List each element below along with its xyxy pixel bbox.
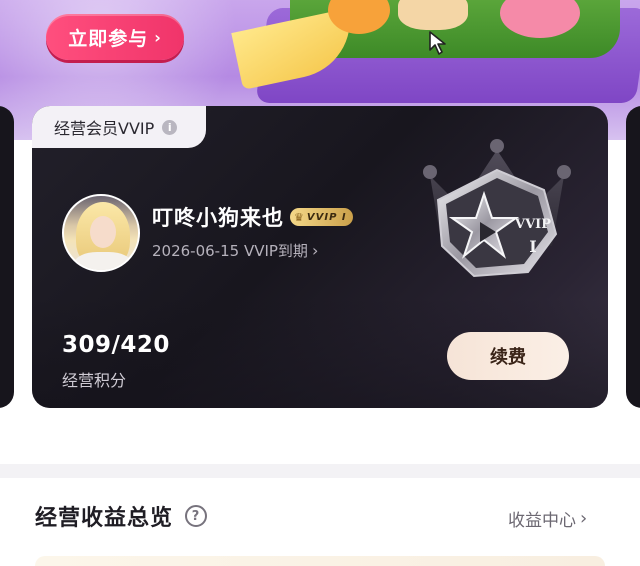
carousel-prev-card[interactable] [0, 106, 14, 408]
carousel-next-card[interactable] [626, 106, 640, 408]
medal-level: I [529, 237, 536, 256]
join-button-label: 立即参与 [68, 27, 149, 50]
revenue-center-label: 收益中心 [508, 511, 576, 531]
overview-header: 经营收益总览 ? [35, 500, 208, 532]
help-icon[interactable]: ? [185, 505, 208, 527]
vvip-level-badge: ♛ VVIP Ⅰ [290, 208, 353, 226]
renew-button[interactable]: 续费 [447, 332, 569, 380]
chevron-right-icon: › [580, 508, 588, 529]
chevron-right-icon: › [154, 27, 162, 47]
vvip-medal-icon: VVIP I [423, 139, 571, 278]
avatar[interactable] [62, 194, 140, 272]
vvip-badge-label: VVIP Ⅰ [306, 211, 347, 223]
toy-figure-illustration [398, 0, 468, 30]
member-tier-label: 经营会员VVIP [54, 119, 155, 138]
avatar-dress [74, 252, 132, 270]
username: 叮咚小狗来也 [152, 206, 284, 230]
member-tier-tag: 经营会员VVIP i [32, 106, 206, 148]
username-row: 叮咚小狗来也 ♛ VVIP Ⅰ [152, 202, 353, 232]
expire-text: 2026-06-15 VVIP到期 [152, 242, 308, 260]
overview-title: 经营收益总览 [35, 506, 174, 531]
join-now-button[interactable]: 立即参与 › [46, 14, 184, 60]
expire-link[interactable]: 2026-06-15 VVIP到期 › [152, 240, 318, 261]
vvip-member-card[interactable]: 经营会员VVIP i 叮咚小狗来也 ♛ VVIP Ⅰ 2026-06-15 VV… [32, 106, 608, 408]
overview-panel-top [35, 556, 605, 566]
points-label: 经营积分 [62, 371, 127, 390]
medal-label: VVIP [514, 217, 551, 232]
chevron-right-icon: › [311, 241, 319, 260]
points-value: 309/420 [62, 332, 170, 358]
info-icon[interactable]: i [162, 119, 178, 135]
crown-icon: ♛ [294, 210, 305, 224]
revenue-center-link[interactable]: 收益中心 › [508, 506, 587, 531]
section-divider [0, 464, 640, 478]
avatar-face [90, 216, 116, 248]
cursor-icon [429, 31, 446, 55]
